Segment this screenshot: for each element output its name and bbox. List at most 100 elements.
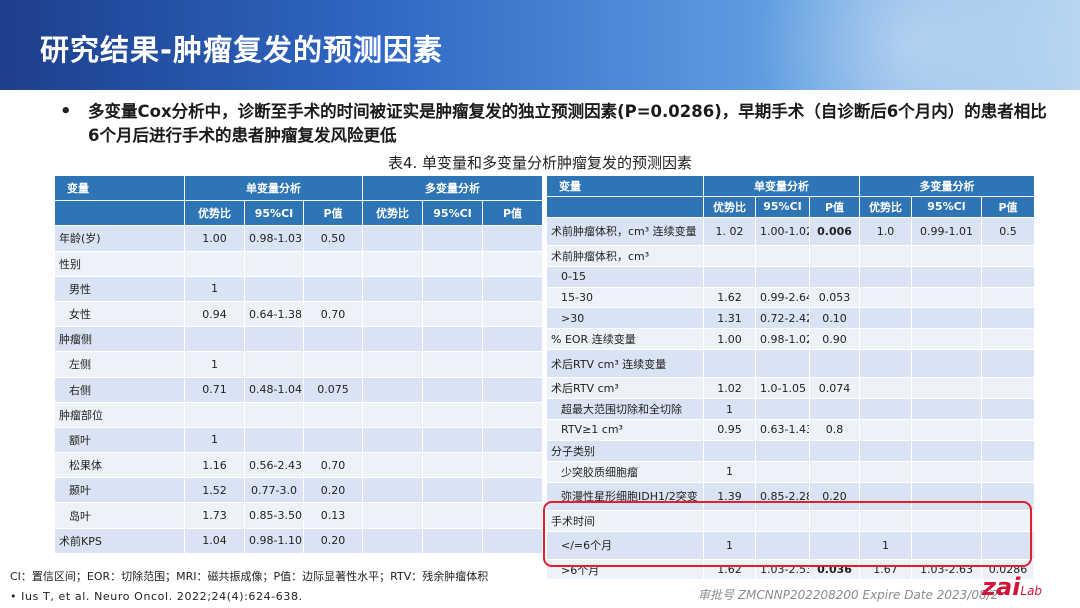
multivariate-or-cell <box>859 244 913 267</box>
multivariate-p-cell <box>482 351 544 378</box>
table-caption: 表4. 单变量和多变量分析肿瘤复发的预测因素 <box>387 154 693 172</box>
multivariate-ci-cell <box>422 401 484 428</box>
multivariate-p-cell <box>981 307 1036 330</box>
reference-citation: • Ius T, et al. Neuro Oncol. 2022;24(4):… <box>10 590 303 603</box>
zai-lab-logo: zaiLab <box>982 573 1043 601</box>
univariate-ci-cell <box>244 351 304 378</box>
variable-cell: >30 <box>546 307 704 330</box>
univariate-ci-cell <box>244 250 304 277</box>
multivariate-p-cell <box>482 300 544 328</box>
column-header-p: P值 <box>482 200 544 227</box>
multivariate-p-cell <box>482 452 544 479</box>
univariate-or-cell: 1 <box>184 351 245 378</box>
table-row: 额叶 1 <box>54 426 544 454</box>
univariate-ci-cell <box>755 265 810 288</box>
multivariate-or-cell <box>362 326 424 353</box>
table-header-row: 变量 单变量分析 多变量分析 <box>546 175 1036 197</box>
table-header-row: 变量 单变量分析 多变量分析 <box>54 174 544 202</box>
variable-cell: 15-30 <box>546 286 704 309</box>
univariate-or-cell <box>703 349 756 379</box>
univariate-ci-cell: 0.48-1.04 <box>244 376 304 403</box>
key-finding-text: 多变量Cox分析中，诊断至手术的时间被证实是肿瘤复发的独立预测因素(P=0.02… <box>88 102 1047 145</box>
column-header-blank <box>546 195 704 218</box>
table-row: 松果体 1.16 0.56-2.43 0.70 <box>54 452 544 479</box>
univariate-ci-cell: 0.64-1.38 <box>244 300 304 328</box>
univariate-p-cell <box>302 250 364 277</box>
variable-cell: 0-15 <box>546 265 704 288</box>
variable-cell: 性别 <box>54 250 185 277</box>
multivariate-p-cell <box>981 328 1036 351</box>
multivariate-ci-cell <box>422 376 484 403</box>
variable-cell: % EOR 连续变量 <box>546 328 704 351</box>
table-row: 术前肿瘤体积，cm³ 连续变量 1. 02 1.00-1.02 0.006 1.0 0.9… <box>546 216 1036 246</box>
variable-cell: 术后RTV cm³ <box>546 377 704 400</box>
multivariate-ci-cell <box>911 265 983 288</box>
column-header-ci: 95%CI <box>422 200 484 227</box>
table-row: 0-15 <box>546 265 1036 288</box>
univariate-ci-cell <box>755 460 810 483</box>
multivariate-ci-cell: 0.99-1.01 <box>911 216 983 246</box>
univariate-p-cell <box>808 398 861 421</box>
table-row: 术后RTV cm³ 连续变量 <box>546 349 1036 379</box>
variable-cell: 松果体 <box>54 452 185 479</box>
univariate-ci-cell <box>244 326 304 353</box>
univariate-ci-cell: 0.63-1.43 <box>755 419 810 441</box>
univariate-ci-cell <box>244 426 304 454</box>
univariate-ci-cell: 0.99-2.64 <box>755 286 810 309</box>
multivariate-or-cell <box>362 376 424 403</box>
univariate-ci-cell: 0.72-2.42 <box>755 307 810 330</box>
multivariate-ci-cell <box>911 244 983 267</box>
univariate-ci-cell: 0.77-3.0 <box>244 477 304 504</box>
univariate-or-cell: 1.73 <box>184 502 245 529</box>
table-body: 变量 单变量分析 多变量分析 优势比 95%CI P值 优势比 95%CI P值… <box>54 174 544 554</box>
univariate-or-cell: 1.52 <box>184 477 245 504</box>
variable-cell: 颞叶 <box>54 477 185 504</box>
multivariate-ci-cell <box>911 398 983 421</box>
multivariate-ci-cell <box>422 225 484 252</box>
univariate-p-cell: 0.70 <box>302 452 364 479</box>
key-finding: • 多变量Cox分析中，诊断至手术的时间被证实是肿瘤复发的独立预测因素(P=0.… <box>60 100 1050 148</box>
univariate-or-cell: 1 <box>703 460 756 483</box>
multivariate-ci-cell <box>911 377 983 400</box>
univariate-p-cell <box>302 401 364 428</box>
variable-cell: 肿瘤侧 <box>54 326 185 353</box>
univariate-p-cell <box>808 439 861 462</box>
variable-cell: 右侧 <box>54 376 185 403</box>
multivariate-or-cell <box>362 401 424 428</box>
multivariate-ci-cell <box>422 477 484 504</box>
multivariate-ci-cell <box>422 275 484 302</box>
multivariate-or-cell <box>362 275 424 302</box>
multivariate-or-cell <box>859 265 913 288</box>
table-row: 年龄(岁) 1.00 0.98-1.03 0.50 <box>54 225 544 252</box>
univariate-ci-cell: 1.0-1.05 <box>755 377 810 400</box>
multivariate-p-cell <box>482 502 544 529</box>
table-row: 术后RTV cm³ 1.02 1.0-1.05 0.074 <box>546 377 1036 400</box>
univariate-ci-cell <box>755 439 810 462</box>
multivariate-p-cell <box>482 275 544 302</box>
multivariate-or-cell <box>362 426 424 454</box>
variable-cell: 左侧 <box>54 351 185 378</box>
univariate-or-cell: 1.62 <box>703 286 756 309</box>
bullet-icon: • <box>60 101 72 122</box>
multivariate-ci-cell <box>422 351 484 378</box>
header-banner: 研究结果-肿瘤复发的预测因素 <box>0 0 1080 90</box>
univariate-or-cell: 0.95 <box>703 419 756 441</box>
univariate-or-cell: 1.16 <box>184 452 245 479</box>
column-header-univariate: 单变量分析 <box>183 174 364 202</box>
multivariate-or-cell: 1.0 <box>859 216 913 246</box>
column-header-multivariate: 多变量分析 <box>362 174 544 202</box>
multivariate-ci-cell <box>422 300 484 328</box>
univariate-p-cell <box>808 244 861 267</box>
variable-cell: 年龄(岁) <box>54 225 185 252</box>
univariate-ci-cell <box>244 401 304 428</box>
multivariate-p-cell <box>981 398 1036 421</box>
variable-cell: 岛叶 <box>54 502 185 529</box>
multivariate-p-cell <box>482 225 544 252</box>
univariate-p-cell: 0.006 <box>808 216 861 246</box>
variable-cell: 术后RTV cm³ 连续变量 <box>546 349 704 379</box>
univariate-or-cell <box>703 265 756 288</box>
univariate-ci-cell: 0.85-3.50 <box>244 502 304 529</box>
table-row: 性别 <box>54 250 544 277</box>
column-header-p: P值 <box>808 195 861 218</box>
univariate-p-cell: 0.13 <box>302 502 364 529</box>
